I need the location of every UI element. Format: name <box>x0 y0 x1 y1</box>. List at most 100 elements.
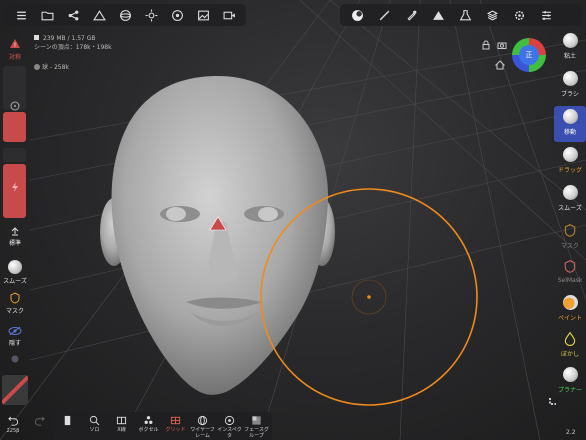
radius-slider[interactable] <box>3 112 26 142</box>
selmask-shield-icon <box>564 260 576 273</box>
tool-label: SelMask <box>557 277 583 284</box>
camera-icon[interactable] <box>497 40 507 50</box>
solo-button[interactable]: ソロ <box>81 412 108 440</box>
smooth-button[interactable]: スムーズ <box>2 260 28 285</box>
redo-icon <box>34 416 45 426</box>
film-icon[interactable] <box>164 4 190 26</box>
facegroup-icon <box>252 416 261 425</box>
grid-label: グリッド <box>165 427 186 433</box>
inspector-button[interactable]: インスペクタ <box>216 412 243 440</box>
arrow-up-icon <box>11 227 19 236</box>
hide-label: 隠す <box>8 340 21 347</box>
matcap-icon[interactable] <box>344 4 371 26</box>
xray-icon <box>116 416 127 425</box>
pen-icon[interactable] <box>371 4 398 26</box>
tool-selmask[interactable]: SelMask <box>554 256 586 292</box>
xray-button[interactable]: X線 <box>108 412 135 440</box>
version-label: 2.2 <box>566 429 576 436</box>
standard-button[interactable]: 標準 <box>2 226 28 247</box>
smooth-label: スムーズ <box>3 278 27 285</box>
lightning-icon <box>12 182 18 192</box>
inspector-icon <box>224 415 235 426</box>
sliders-icon[interactable] <box>533 4 560 26</box>
mask-shield-icon <box>564 224 576 237</box>
tool-label: 移動 <box>563 129 576 136</box>
video-icon[interactable] <box>216 4 242 26</box>
active-mesh[interactable]: 球 - 258k <box>34 62 69 71</box>
intensity-track <box>3 148 26 162</box>
redo-button[interactable] <box>26 413 52 440</box>
image-icon[interactable] <box>190 4 216 26</box>
clay-brush-icon <box>562 33 578 48</box>
xray-label: X線 <box>117 427 126 433</box>
color-swatch-icon <box>11 355 19 363</box>
standard-label: 標準 <box>8 240 21 247</box>
sphere-mesh-icon <box>34 64 40 70</box>
page-icon <box>64 415 71 426</box>
vertices-text: シーンの頂点：178k・ <box>34 44 97 51</box>
undo-button[interactable]: 225β <box>0 413 26 440</box>
symmetry-label: 対称 <box>8 54 21 61</box>
hide-button[interactable]: 隠す <box>2 326 28 347</box>
vertices-sub-text: 198k <box>96 44 112 51</box>
home-icon[interactable] <box>495 60 505 70</box>
tool-mask[interactable]: マスク <box>554 220 586 256</box>
tool-drag[interactable]: ドラッグ <box>554 144 586 180</box>
move-brush-icon <box>562 109 578 124</box>
dropper-icon[interactable] <box>398 4 425 26</box>
tool-move[interactable]: 移動 <box>554 106 586 142</box>
sphere-icon[interactable] <box>112 4 138 26</box>
smooth-brush-icon <box>562 185 578 200</box>
top-toolbar-left <box>4 4 246 26</box>
gear-icon[interactable] <box>506 4 533 26</box>
undo-count: 225β <box>6 428 20 434</box>
tool-label: 粘土 <box>563 53 576 60</box>
mesh-label: 球 - 258k <box>42 64 69 71</box>
tool-brush[interactable]: ブラシ <box>554 68 586 104</box>
tool-label: ドラッグ <box>557 167 582 174</box>
orientation-gizmo[interactable]: 正 <box>512 38 546 72</box>
page-button[interactable] <box>54 412 81 440</box>
sun-icon[interactable] <box>138 4 164 26</box>
tool-label: ブラシ <box>561 91 579 98</box>
tool-label: マスク <box>560 243 579 250</box>
memory-indicator <box>34 35 39 40</box>
memory-text: 239 MB / 1.57 GB <box>43 35 96 42</box>
mask-button[interactable]: マスク <box>2 292 28 315</box>
wireframe-button[interactable]: ワイヤーフレーム <box>189 412 216 440</box>
facegroup-label: フェースグループ <box>244 427 269 439</box>
grid-icon <box>170 416 181 425</box>
drag-brush-icon <box>562 147 578 162</box>
tool-blur[interactable]: ぼかし <box>554 328 586 364</box>
folder-icon[interactable] <box>34 4 60 26</box>
flask-icon[interactable] <box>452 4 479 26</box>
wireframe-icon <box>197 415 208 426</box>
top-toolbar-right <box>340 4 582 26</box>
sculpt-head <box>100 76 335 395</box>
wireframe-label: ワイヤーフレーム <box>190 427 215 439</box>
symmetry-button[interactable]: ! 対称 <box>2 38 28 61</box>
fullscreen-icon[interactable] <box>548 392 562 406</box>
menu-icon[interactable] <box>8 4 34 26</box>
lock-icon[interactable] <box>481 40 491 50</box>
tool-paint[interactable]: ペイント <box>554 292 586 328</box>
facegroup-button[interactable]: フェースグループ <box>243 412 270 440</box>
voxel-button[interactable]: ボクセル <box>135 412 162 440</box>
tool-label: スムーズ <box>558 205 582 212</box>
material-preview[interactable] <box>2 375 28 405</box>
inspector-label: インスペクタ <box>217 427 242 439</box>
shield-icon <box>10 292 20 304</box>
solo-label: ソロ <box>89 427 100 433</box>
tool-smooth[interactable]: スムーズ <box>554 182 586 218</box>
triangle-icon[interactable] <box>425 4 452 26</box>
view-toggles: ソロ X線 ボクセル グリッド ワイヤーフレーム インスペクタ フェースグループ <box>54 412 272 440</box>
paint-brush-icon <box>562 295 578 310</box>
grid-button[interactable]: グリッド <box>162 412 189 440</box>
layers-icon[interactable] <box>479 4 506 26</box>
share-icon[interactable] <box>60 4 86 26</box>
planar-brush-icon <box>562 367 578 382</box>
scene-icon[interactable] <box>86 4 112 26</box>
undo-icon <box>7 416 18 426</box>
tool-clay[interactable]: 粘土 <box>554 30 586 66</box>
tool-label: ぼかし <box>560 351 579 358</box>
